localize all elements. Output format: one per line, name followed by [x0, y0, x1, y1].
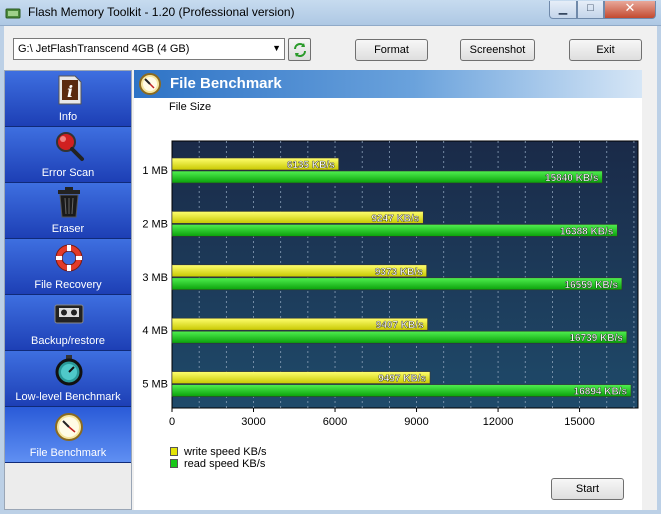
- sidebar-item-eraser[interactable]: Eraser: [5, 183, 131, 239]
- read-speed-label: 16388 KB/s: [560, 226, 614, 237]
- maximize-icon: □: [587, 2, 594, 14]
- sidebar-item-label: Error Scan: [41, 167, 95, 179]
- sidebar-item-label: File Benchmark: [29, 447, 107, 459]
- svg-text:i: i: [67, 82, 73, 101]
- y-category-label: 1 MB: [142, 165, 168, 177]
- read-speed-bar: [171, 330, 628, 344]
- y-category-label: 3 MB: [142, 272, 168, 284]
- chart-legend: write speed KB/s read speed KB/s: [170, 446, 320, 470]
- minimize-icon: ▁: [558, 3, 568, 15]
- legend-label-write: write speed KB/s: [184, 446, 267, 458]
- sidebar-item-label: Info: [58, 111, 78, 123]
- sidebar-item-error-scan[interactable]: Error Scan: [5, 127, 131, 183]
- close-button[interactable]: ✕: [604, 0, 656, 19]
- x-tick-label: 3000: [241, 416, 265, 428]
- info-icon: i: [58, 75, 82, 105]
- drive-select-value: G:\ JetFlashTranscend 4GB (4 GB): [18, 43, 190, 55]
- read-speed-bar: [171, 224, 618, 237]
- y-category-label: 2 MB: [142, 218, 168, 230]
- write-speed-label: 9497 KB/s: [378, 374, 426, 385]
- x-tick-label: 15000: [564, 416, 595, 428]
- window-title: Flash Memory Toolkit - 1.20 (Professiona…: [28, 5, 295, 19]
- panel-header: File Benchmark: [134, 70, 642, 98]
- read-speed-label: 16894 KB/s: [574, 387, 628, 398]
- maximize-button[interactable]: □: [577, 1, 604, 19]
- exit-button[interactable]: Exit: [569, 39, 642, 61]
- read-speed-bar: [171, 170, 603, 184]
- drive-select[interactable]: G:\ JetFlashTranscend 4GB (4 GB) ▼: [13, 38, 285, 60]
- close-icon: ✕: [624, 0, 636, 15]
- read-speed-label: 16559 KB/s: [565, 280, 619, 291]
- sidebar-item-file-recovery[interactable]: File Recovery: [5, 239, 131, 295]
- chevron-down-icon[interactable]: ▼: [272, 43, 281, 53]
- x-tick-label: 9000: [404, 416, 428, 428]
- panel-body: File Size 0 3000 6000 9000 12000 15000 1 MB 613…: [134, 98, 642, 510]
- sidebar-item-label: Low-level Benchmark: [15, 391, 121, 403]
- trash-icon: [58, 187, 80, 218]
- write-speed-label: 6135 KB/s: [287, 160, 335, 171]
- legend-item-read: read speed KB/s: [170, 458, 320, 470]
- write-speed-label: 9373 KB/s: [375, 267, 423, 278]
- write-speed-label: 9247 KB/s: [371, 213, 419, 224]
- refresh-icon: [294, 43, 306, 57]
- screenshot-button[interactable]: Screenshot: [460, 39, 535, 61]
- refresh-button[interactable]: [288, 38, 311, 61]
- clock-icon: [55, 413, 83, 441]
- x-tick-label: 0: [169, 416, 175, 428]
- legend-item-write: write speed KB/s: [170, 446, 320, 458]
- sidebar-item-file-benchmark[interactable]: File Benchmark: [5, 407, 131, 463]
- app-window: Flash Memory Toolkit - 1.20 (Professiona…: [0, 0, 661, 514]
- sidebar: i Info Error Scan Eraser File Recovery B…: [4, 70, 132, 510]
- title-bar: Flash Memory Toolkit - 1.20 (Professiona…: [0, 0, 661, 26]
- start-button[interactable]: Start: [551, 478, 624, 500]
- sidebar-item-label: Eraser: [51, 223, 85, 235]
- read-speed-label: 15840 KB/s: [545, 173, 599, 184]
- lifebuoy-icon: [55, 244, 83, 272]
- y-category-label: 5 MB: [142, 379, 168, 391]
- app-icon: [5, 8, 21, 19]
- sidebar-item-label: Backup/restore: [31, 335, 105, 347]
- sidebar-item-backup-restore[interactable]: Backup/restore: [5, 295, 131, 351]
- y-category-label: 4 MB: [142, 325, 168, 337]
- read-speed-bar: [171, 384, 632, 397]
- client-area: G:\ JetFlashTranscend 4GB (4 GB) ▼ Forma…: [4, 26, 657, 510]
- legend-swatch-read: [170, 459, 178, 468]
- legend-label-read: read speed KB/s: [184, 458, 266, 470]
- stopwatch-icon: [55, 355, 83, 386]
- x-tick-label: 6000: [323, 416, 347, 428]
- write-speed-label: 9407 KB/s: [376, 320, 424, 331]
- x-tick-label: 12000: [483, 416, 514, 428]
- clock-icon: [139, 73, 161, 95]
- minimize-button[interactable]: ▁: [549, 1, 577, 19]
- read-speed-label: 16739 KB/s: [569, 333, 623, 344]
- legend-swatch-write: [170, 447, 178, 456]
- read-speed-bar: [171, 277, 623, 291]
- page-title: File Benchmark: [170, 75, 282, 92]
- format-button[interactable]: Format: [355, 39, 428, 61]
- magnifier-icon: [56, 132, 84, 161]
- sidebar-item-info[interactable]: i Info: [5, 71, 131, 127]
- sidebar-item-low-level-benchmark[interactable]: Low-level Benchmark: [5, 351, 131, 407]
- sidebar-item-label: File Recovery: [34, 279, 102, 291]
- tape-icon: [54, 304, 84, 324]
- benchmark-chart: 0 3000 6000 9000 12000 15000 1 MB 6135 KB/s 1584…: [142, 140, 639, 428]
